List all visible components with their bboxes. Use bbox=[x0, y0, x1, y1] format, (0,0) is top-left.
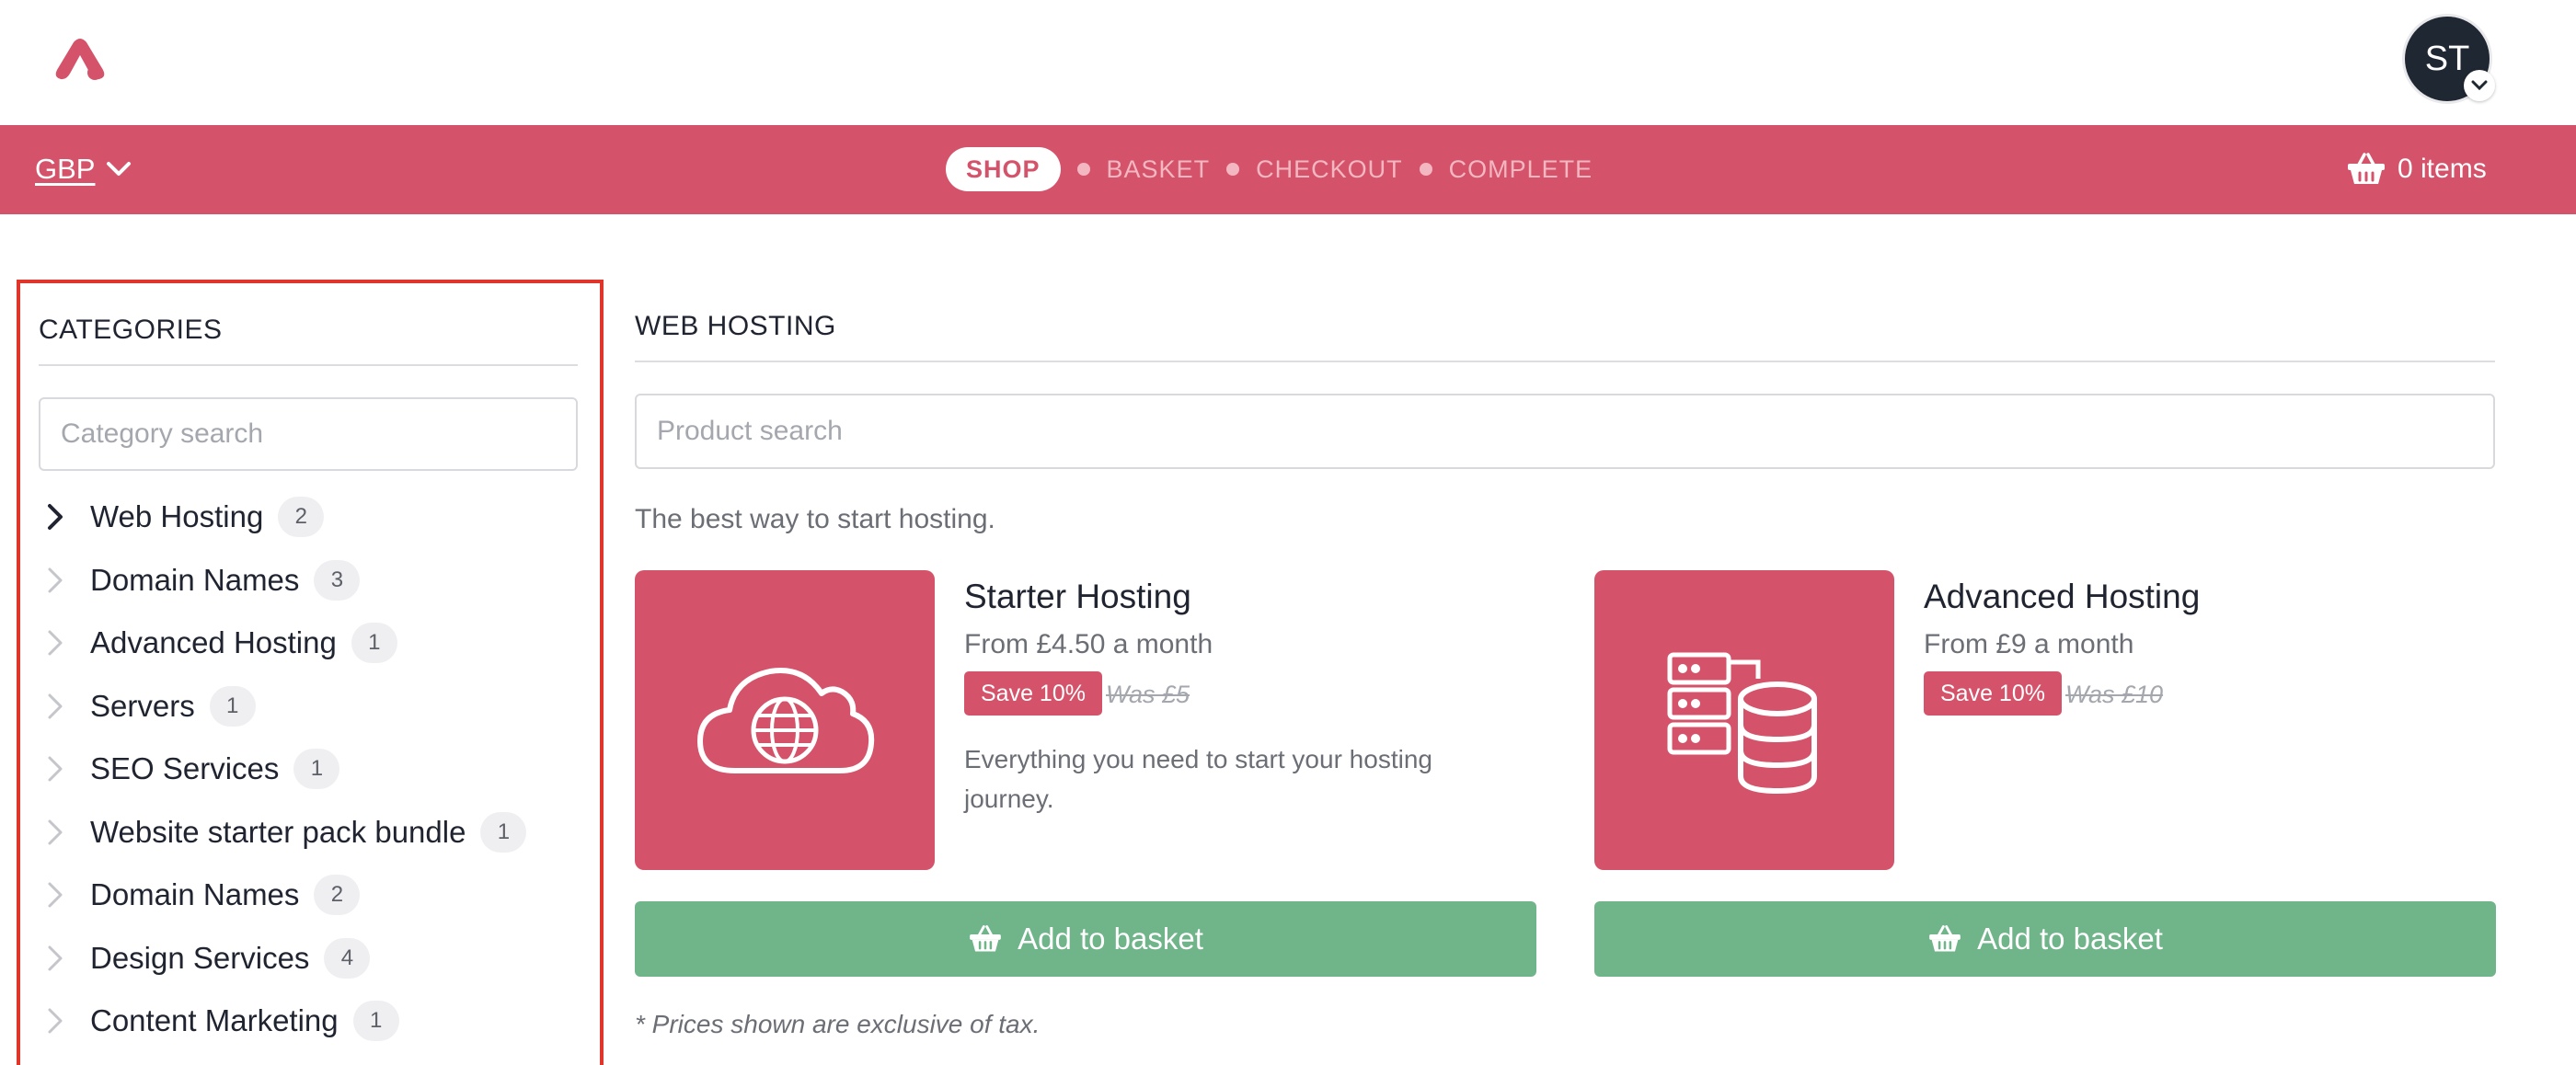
category-count-badge: 2 bbox=[278, 497, 325, 538]
product-card-advanced-hosting: Advanced Hosting From £9 a month Save 10… bbox=[1594, 570, 2496, 977]
chevron-down-icon[interactable] bbox=[2464, 70, 2495, 101]
product-image[interactable] bbox=[635, 570, 935, 870]
categories-heading: CATEGORIES bbox=[39, 315, 223, 345]
page-title: WEB HOSTING bbox=[635, 311, 836, 341]
product-name[interactable]: Advanced Hosting bbox=[1924, 578, 2200, 616]
step-checkout[interactable]: CHECKOUT bbox=[1256, 155, 1403, 184]
tax-disclaimer: * Prices shown are exclusive of tax. bbox=[635, 1010, 1041, 1038]
step-basket[interactable]: BASKET bbox=[1107, 155, 1211, 184]
chevron-right-icon bbox=[39, 503, 90, 531]
chevron-right-icon bbox=[39, 755, 90, 783]
category-item-servers[interactable]: Servers 1 bbox=[39, 675, 578, 739]
category-label: Domain Names bbox=[90, 562, 300, 597]
category-count-badge: 2 bbox=[314, 875, 361, 916]
step-shop[interactable]: SHOP bbox=[946, 147, 1061, 191]
category-item-design-services[interactable]: Design Services 4 bbox=[39, 927, 578, 991]
category-list: Web Hosting 2 Domain Names 3 Advanced Ho… bbox=[39, 486, 578, 1053]
currency-selector[interactable]: GBP bbox=[35, 147, 132, 191]
step-separator-dot bbox=[1076, 163, 1090, 176]
category-count-badge: 1 bbox=[209, 685, 256, 727]
step-separator-dot bbox=[1226, 163, 1240, 176]
chevron-right-icon bbox=[39, 819, 90, 846]
product-search-input[interactable] bbox=[635, 394, 2495, 469]
category-search-input[interactable] bbox=[39, 397, 578, 471]
brand-logo-icon[interactable] bbox=[53, 37, 107, 81]
category-label: Advanced Hosting bbox=[90, 625, 337, 660]
chevron-right-icon bbox=[39, 567, 90, 594]
add-to-basket-button[interactable]: Add to basket bbox=[635, 901, 1536, 977]
chevron-right-icon bbox=[39, 881, 90, 909]
original-price: Was £10 bbox=[2065, 681, 2164, 708]
chevron-right-icon bbox=[39, 693, 90, 720]
top-bar: ST bbox=[0, 0, 2576, 125]
basket-summary-button[interactable]: 0 items bbox=[2346, 147, 2487, 191]
category-description: The best way to start hosting. bbox=[635, 504, 995, 534]
basket-count-label: 0 items bbox=[2398, 154, 2487, 184]
original-price: Was £5 bbox=[1106, 681, 1190, 708]
category-label: Servers bbox=[90, 688, 195, 723]
category-item-seo-services[interactable]: SEO Services 1 bbox=[39, 738, 578, 801]
step-complete[interactable]: COMPLETE bbox=[1449, 155, 1593, 184]
category-item-content-marketing[interactable]: Content Marketing 1 bbox=[39, 990, 578, 1053]
category-label: Website starter pack bundle bbox=[90, 814, 466, 849]
category-count-badge: 1 bbox=[480, 811, 527, 853]
category-item-advanced-hosting[interactable]: Advanced Hosting 1 bbox=[39, 612, 578, 675]
checkout-nav-bar: GBP SHOP BASKET CHECKOUT COMPLETE 0 item… bbox=[0, 125, 2576, 214]
category-item-website-starter-pack-bundle[interactable]: Website starter pack bundle 1 bbox=[39, 801, 578, 865]
divider bbox=[39, 364, 578, 366]
step-separator-dot bbox=[1419, 163, 1432, 176]
basket-icon bbox=[970, 925, 1001, 952]
basket-icon bbox=[1929, 925, 1961, 952]
category-label: Content Marketing bbox=[90, 1003, 339, 1038]
add-to-basket-label: Add to basket bbox=[1018, 922, 1203, 956]
category-count-badge: 1 bbox=[351, 623, 397, 664]
cloud-globe-icon bbox=[697, 668, 875, 773]
category-label: SEO Services bbox=[90, 751, 280, 786]
category-item-domain-names-2[interactable]: Domain Names 2 bbox=[39, 864, 578, 927]
categories-sidebar: CATEGORIES Web Hosting 2 Domain Names 3 … bbox=[17, 280, 604, 1065]
category-label: Web Hosting bbox=[90, 499, 264, 534]
divider bbox=[635, 361, 2495, 362]
discount-badge: Save 10% bbox=[964, 671, 1102, 716]
currency-label: GBP bbox=[35, 153, 96, 185]
category-label: Domain Names bbox=[90, 877, 300, 912]
category-count-badge: 4 bbox=[324, 937, 371, 979]
chevron-right-icon bbox=[39, 629, 90, 657]
chevron-right-icon bbox=[39, 945, 90, 972]
product-description: Everything you need to start your hostin… bbox=[964, 745, 1432, 813]
category-label: Design Services bbox=[90, 940, 310, 975]
category-item-domain-names[interactable]: Domain Names 3 bbox=[39, 549, 578, 613]
server-database-icon bbox=[1667, 652, 1817, 795]
product-price: From £4.50 a month bbox=[964, 629, 1213, 659]
product-name[interactable]: Starter Hosting bbox=[964, 578, 1191, 616]
category-item-web-hosting[interactable]: Web Hosting 2 bbox=[39, 486, 578, 549]
checkout-steps: SHOP BASKET CHECKOUT COMPLETE bbox=[946, 147, 1593, 191]
product-card-starter-hosting: Starter Hosting From £4.50 a month Save … bbox=[635, 570, 1536, 977]
add-to-basket-label: Add to basket bbox=[1977, 922, 2163, 956]
category-count-badge: 3 bbox=[314, 559, 361, 601]
avatar-initials: ST bbox=[2424, 39, 2470, 78]
discount-badge: Save 10% bbox=[1924, 671, 2062, 716]
category-count-badge: 1 bbox=[352, 1001, 399, 1042]
category-count-badge: 1 bbox=[293, 749, 340, 790]
basket-icon bbox=[2348, 153, 2385, 184]
add-to-basket-button[interactable]: Add to basket bbox=[1594, 901, 2496, 977]
product-image[interactable] bbox=[1594, 570, 1894, 870]
chevron-down-icon bbox=[107, 162, 132, 176]
chevron-right-icon bbox=[39, 1007, 90, 1035]
product-price: From £9 a month bbox=[1924, 629, 2134, 659]
